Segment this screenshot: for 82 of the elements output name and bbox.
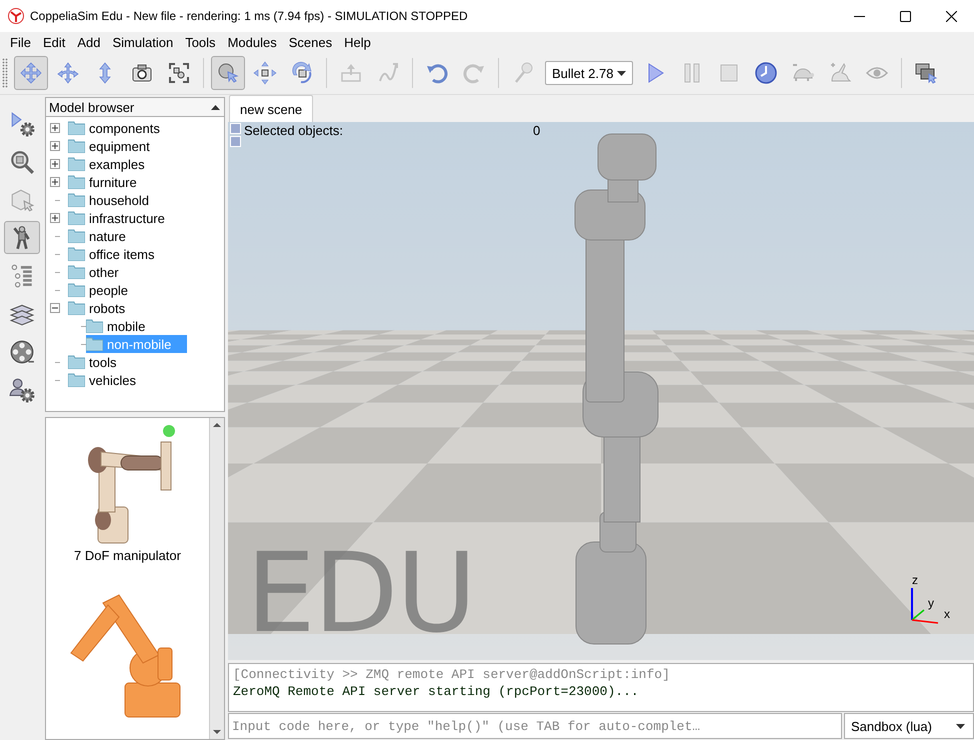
console-line: [Connectivity >> ZMQ remote API server@addOnScript:info]	[233, 666, 671, 683]
folder-icon	[68, 121, 85, 135]
edu-watermark: EDU	[246, 538, 475, 648]
caret-icon	[617, 70, 626, 76]
tree-item[interactable]: tools	[68, 353, 132, 371]
clock-icon	[754, 61, 778, 85]
menu-item[interactable]: Simulation	[106, 34, 180, 50]
tree-item[interactable]: furniture	[68, 173, 153, 191]
tree-item[interactable]: other	[68, 263, 135, 281]
magnifier-cube-icon	[9, 148, 35, 174]
user-gear-icon	[9, 376, 35, 402]
folder-icon	[86, 337, 103, 351]
axis-label: x	[944, 607, 950, 621]
menu-item[interactable]: Modules	[222, 34, 283, 50]
expand-toggle-icon[interactable]	[50, 123, 60, 133]
expand-toggle-icon[interactable]	[50, 213, 60, 223]
maximize-icon[interactable]	[900, 10, 910, 22]
tree-item[interactable]: mobile	[86, 317, 162, 335]
console-line: ZeroMQ Remote API server starting (rpcPort=23000)...	[233, 683, 640, 700]
tree-item[interactable]: nature	[68, 227, 142, 245]
menu-item[interactable]: Scenes	[282, 34, 338, 50]
panel-title: Model browser	[49, 100, 134, 114]
window-title: CoppeliaSim Edu - New file - rendering: 1 ms (7.94 fps) - SIMULATION STOPPED	[30, 9, 469, 23]
folder-icon	[68, 283, 85, 297]
axis-label: y	[928, 596, 934, 610]
menu-item[interactable]: File	[4, 34, 37, 50]
tree-item[interactable]: vehicles	[68, 371, 152, 389]
tree-item[interactable]: infrastructure	[68, 209, 181, 227]
folder-icon	[68, 175, 85, 189]
menu-item[interactable]: Add	[71, 34, 106, 50]
expand-toggle-icon[interactable]	[50, 159, 60, 169]
tree-list-icon	[9, 262, 35, 288]
folder-icon	[68, 265, 85, 279]
folder-icon	[86, 319, 103, 333]
script-sandbox-dropdown[interactable]: Sandbox (lua)	[844, 713, 974, 739]
pointer-sphere-icon	[216, 61, 240, 85]
folder-icon	[68, 157, 85, 171]
tree-item[interactable]: people	[68, 281, 144, 299]
robot-panel-button[interactable]	[4, 221, 40, 254]
folder-icon	[68, 211, 85, 225]
expand-toggle-icon[interactable]	[50, 141, 60, 151]
close-icon[interactable]	[946, 10, 956, 22]
overlay-value: 0	[533, 123, 540, 138]
film-reel-icon	[9, 338, 35, 364]
tree-item[interactable]: equipment	[68, 137, 166, 155]
caret-icon	[956, 724, 965, 728]
axis-gizmo-drawing	[911, 588, 938, 624]
cube-cursor-icon	[9, 186, 35, 212]
folder-icon	[68, 355, 85, 369]
scene-tab[interactable]: new scene	[229, 95, 314, 122]
tree-item[interactable]: components	[68, 119, 176, 137]
axis-label: z	[912, 573, 918, 587]
folder-icon	[68, 193, 85, 207]
four-way-arrows-icon	[19, 61, 43, 85]
curved-arrows-icon	[56, 61, 80, 85]
code-input-field[interactable]: Input code here, or type "help()" (use TAB for auto-complet…	[228, 713, 842, 739]
folder-icon	[68, 139, 85, 153]
tree-item[interactable]: examples	[68, 155, 161, 173]
tree-item[interactable]: robots	[68, 299, 142, 317]
windows-cursor-icon	[914, 61, 938, 85]
menu-item[interactable]: Help	[338, 34, 377, 50]
play-gear-icon	[9, 110, 35, 136]
folder-icon	[68, 373, 85, 387]
expand-toggle-icon[interactable]	[50, 177, 60, 187]
overlay-label: Selected objects:	[244, 123, 344, 138]
menu-item[interactable]: Edit	[36, 34, 72, 50]
fit-view-icon	[167, 61, 191, 85]
cube-rotate-icon	[290, 61, 314, 85]
physics-engine-dropdown[interactable]: Bullet 2.78	[545, 61, 633, 85]
menu-item[interactable]: Tools	[179, 34, 222, 50]
cube-arrows-icon	[253, 61, 277, 85]
app-logo-icon	[8, 8, 24, 24]
overlay-toggle-button[interactable]	[230, 136, 241, 147]
folder-icon	[68, 229, 85, 243]
folder-icon	[68, 247, 85, 261]
model-name: 7 DoF manipulator	[74, 548, 181, 563]
tree-item[interactable]: household	[68, 191, 165, 209]
select-tool-button[interactable]	[211, 56, 245, 90]
caret-icon[interactable]	[211, 104, 220, 110]
collapse-toggle-icon[interactable]	[50, 303, 60, 313]
folder-icon	[68, 301, 85, 315]
tree-item[interactable]: office items	[68, 245, 171, 263]
